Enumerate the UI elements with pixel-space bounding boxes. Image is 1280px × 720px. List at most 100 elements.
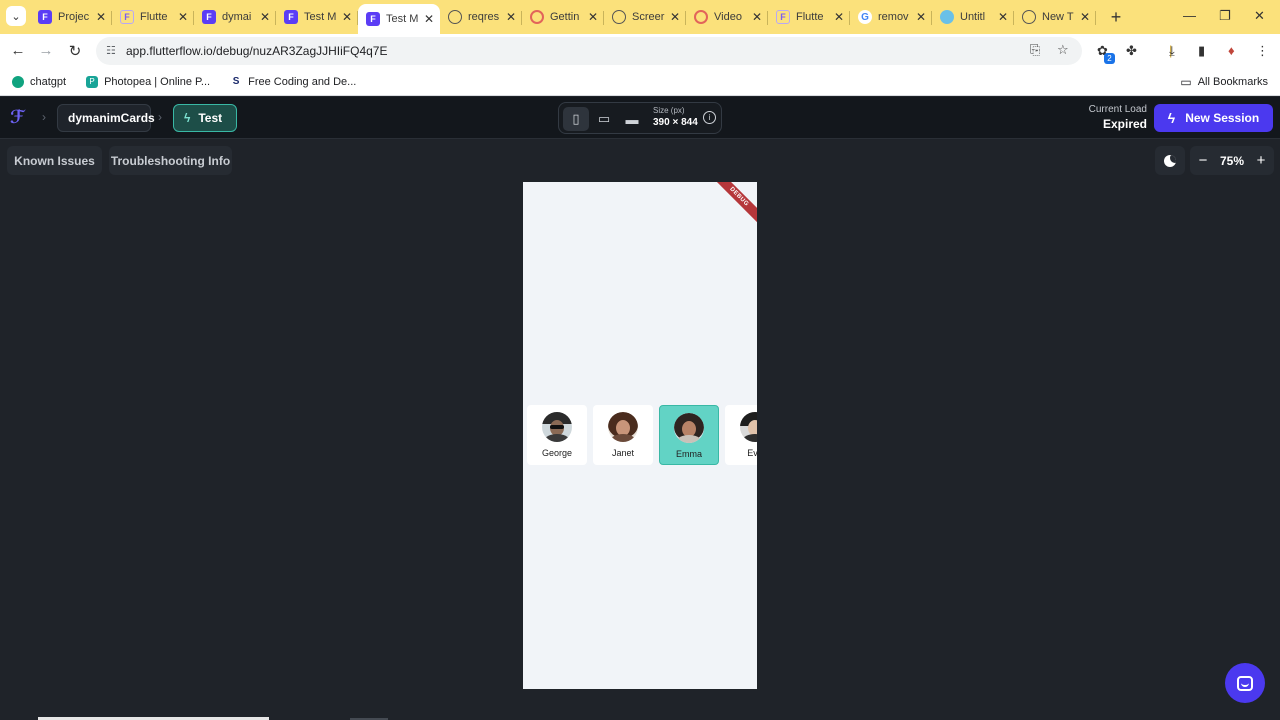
flutterflow-icon: F (202, 10, 216, 24)
globe-icon (448, 10, 462, 24)
tab-search-menu-icon[interactable]: ⌄ (6, 6, 26, 26)
phone-preview: DEBUG George Janet Emma Ev (523, 182, 757, 689)
avatar (608, 412, 638, 442)
browser-tab[interactable]: Fdymai ✕ (194, 4, 276, 30)
forward-icon[interactable]: → (37, 42, 55, 59)
flutterflow-icon: F (38, 10, 52, 24)
user-card-emma-selected[interactable]: Emma (659, 405, 719, 465)
tab-close-icon[interactable]: ✕ (260, 10, 270, 24)
browser-tab[interactable]: Screer ✕ (604, 4, 686, 30)
user-card-list[interactable]: George Janet Emma Eve (527, 405, 757, 465)
photopea-icon: P (86, 75, 99, 88)
bolt-icon: ϟ (184, 111, 191, 125)
window-close-icon[interactable]: ✕ (1254, 8, 1265, 24)
chevron-right-icon: › (42, 110, 46, 124)
tab-close-icon[interactable]: ✕ (916, 10, 926, 24)
tab-close-icon[interactable]: ✕ (588, 10, 598, 24)
tab-close-icon[interactable]: ✕ (834, 10, 844, 24)
new-session-button[interactable]: ϟ New Session (1154, 104, 1273, 132)
new-tab-icon[interactable]: + (1106, 7, 1126, 28)
browser-tab[interactable]: New T ✕ (1014, 4, 1096, 30)
site-settings-icon[interactable]: ☷ (106, 44, 116, 57)
install-app-icon[interactable]: ⎘ (1030, 42, 1040, 58)
info-icon[interactable]: i (703, 111, 716, 124)
flutterflow-header: ℱ › dymanimCards › ϟ Test ▯ ▭ ▬ Size (px)… (0, 97, 1280, 139)
zoom-out-icon[interactable]: − (1196, 152, 1210, 169)
folder-icon: ▭ (1180, 75, 1192, 89)
url-text: app.flutterflow.io/debug/nuzAR3ZagJJHIiF… (126, 44, 388, 58)
all-bookmarks[interactable]: ▭ All Bookmarks (1180, 75, 1268, 89)
troubleshooting-info-button[interactable]: Troubleshooting Info (109, 146, 232, 175)
browser-tab[interactable]: F Test M ✕ (276, 4, 358, 30)
browser-tab[interactable]: Video ✕ (686, 4, 768, 30)
tab-close-icon[interactable]: ✕ (424, 12, 434, 26)
bookmark-chatgpt[interactable]: chatgpt (12, 75, 66, 88)
download-icon[interactable]: ⤓ (1169, 43, 1175, 59)
browser-tab[interactable]: Untitl ✕ (932, 4, 1014, 30)
bookmark-photopea[interactable]: P Photopea | Online P... (86, 75, 210, 88)
doc-icon (940, 10, 954, 24)
minimize-icon[interactable]: — (1183, 8, 1196, 23)
chrome-icon (1022, 10, 1036, 24)
tab-close-icon[interactable]: ✕ (96, 10, 106, 24)
s-icon: S (232, 76, 240, 87)
bookmark-free-coding[interactable]: S Free Coding and De... (230, 76, 357, 88)
project-name-chip[interactable]: dymanimCards (57, 104, 155, 132)
device-selector: ▯ ▭ ▬ Size (px) 390 × 844 i (558, 102, 722, 134)
browser-tab[interactable]: F Flutte ✕ (768, 4, 850, 30)
avatar (740, 412, 757, 442)
extensions-puzzle-icon[interactable]: ✤ (1126, 43, 1137, 59)
back-icon[interactable]: ← (9, 42, 27, 59)
tab-close-icon[interactable]: ✕ (670, 10, 680, 24)
bookmarks-bar: chatgpt P Photopea | Online P... S Free Co… (0, 68, 1280, 96)
browser-tab[interactable]: reqres ✕ (440, 4, 522, 30)
red-circle-icon (530, 10, 544, 24)
browser-toolbar: ← → ↻ ☷ app.flutterflow.io/debug/nuzAR3Z… (0, 34, 1280, 68)
browser-tab[interactable]: Gremov ✕ (850, 4, 932, 30)
browser-tab[interactable]: F Projec ✕ (30, 4, 112, 30)
tab-close-icon[interactable]: ✕ (752, 10, 762, 24)
chevron-right-icon: › (158, 110, 162, 124)
globe-icon (612, 10, 626, 24)
tab-close-icon[interactable]: ✕ (506, 10, 516, 24)
bookmark-star-icon[interactable]: ☆ (1057, 42, 1069, 58)
desktop-device-icon[interactable]: ▬ (619, 107, 645, 131)
reload-icon[interactable]: ↻ (66, 42, 84, 60)
flutterflow-icon: F (284, 10, 298, 24)
known-issues-button[interactable]: Known Issues (7, 146, 102, 175)
flutterflow-outline-icon: F (120, 10, 134, 24)
zoom-control: − 75% + (1190, 146, 1274, 175)
support-chat-button[interactable] (1225, 663, 1265, 703)
tab-close-icon[interactable]: ✕ (1080, 10, 1090, 24)
side-panel-icon[interactable]: ▮ (1198, 43, 1205, 59)
red-circle-icon (694, 10, 708, 24)
browser-tab[interactable]: Gettin ✕ (522, 4, 604, 30)
tab-close-icon[interactable]: ✕ (178, 10, 188, 24)
theme-toggle-button[interactable] (1155, 146, 1185, 175)
current-load-status: Current Load Expired (1088, 104, 1147, 131)
google-icon: G (858, 10, 872, 24)
tab-list: F Projec ✕ F Flutte ✕ Fdymai ✕ F Test M ✕ F Test… (30, 0, 1126, 34)
user-card-george[interactable]: George (527, 405, 587, 465)
browser-tab[interactable]: F Flutte ✕ (112, 4, 194, 30)
profile-icon[interactable]: ♦ (1228, 43, 1235, 58)
debug-banner: DEBUG (707, 182, 757, 229)
avatar (542, 412, 572, 442)
test-mode-chip[interactable]: ϟ Test (173, 104, 237, 132)
zoom-in-icon[interactable]: + (1254, 152, 1268, 169)
tablet-device-icon[interactable]: ▭ (591, 107, 617, 131)
tab-close-icon[interactable]: ✕ (998, 10, 1008, 24)
user-card-eve[interactable]: Eve (725, 405, 757, 465)
flutterflow-logo-icon[interactable]: ℱ (10, 107, 25, 128)
browser-menu-icon[interactable]: ⋮ (1256, 43, 1269, 59)
restore-icon[interactable]: ❐ (1219, 8, 1231, 24)
tab-close-icon[interactable]: ✕ (342, 10, 352, 24)
avatar (674, 413, 704, 443)
chatgpt-icon (12, 75, 24, 88)
browser-tab-active[interactable]: F Test M ✕ (358, 4, 440, 34)
zoom-level: 75% (1219, 153, 1245, 168)
address-bar[interactable]: ☷ app.flutterflow.io/debug/nuzAR3ZagJJHI… (96, 37, 1082, 65)
phone-device-icon[interactable]: ▯ (563, 107, 589, 131)
user-card-janet[interactable]: Janet (593, 405, 653, 465)
bolt-icon: ϟ (1167, 110, 1176, 126)
